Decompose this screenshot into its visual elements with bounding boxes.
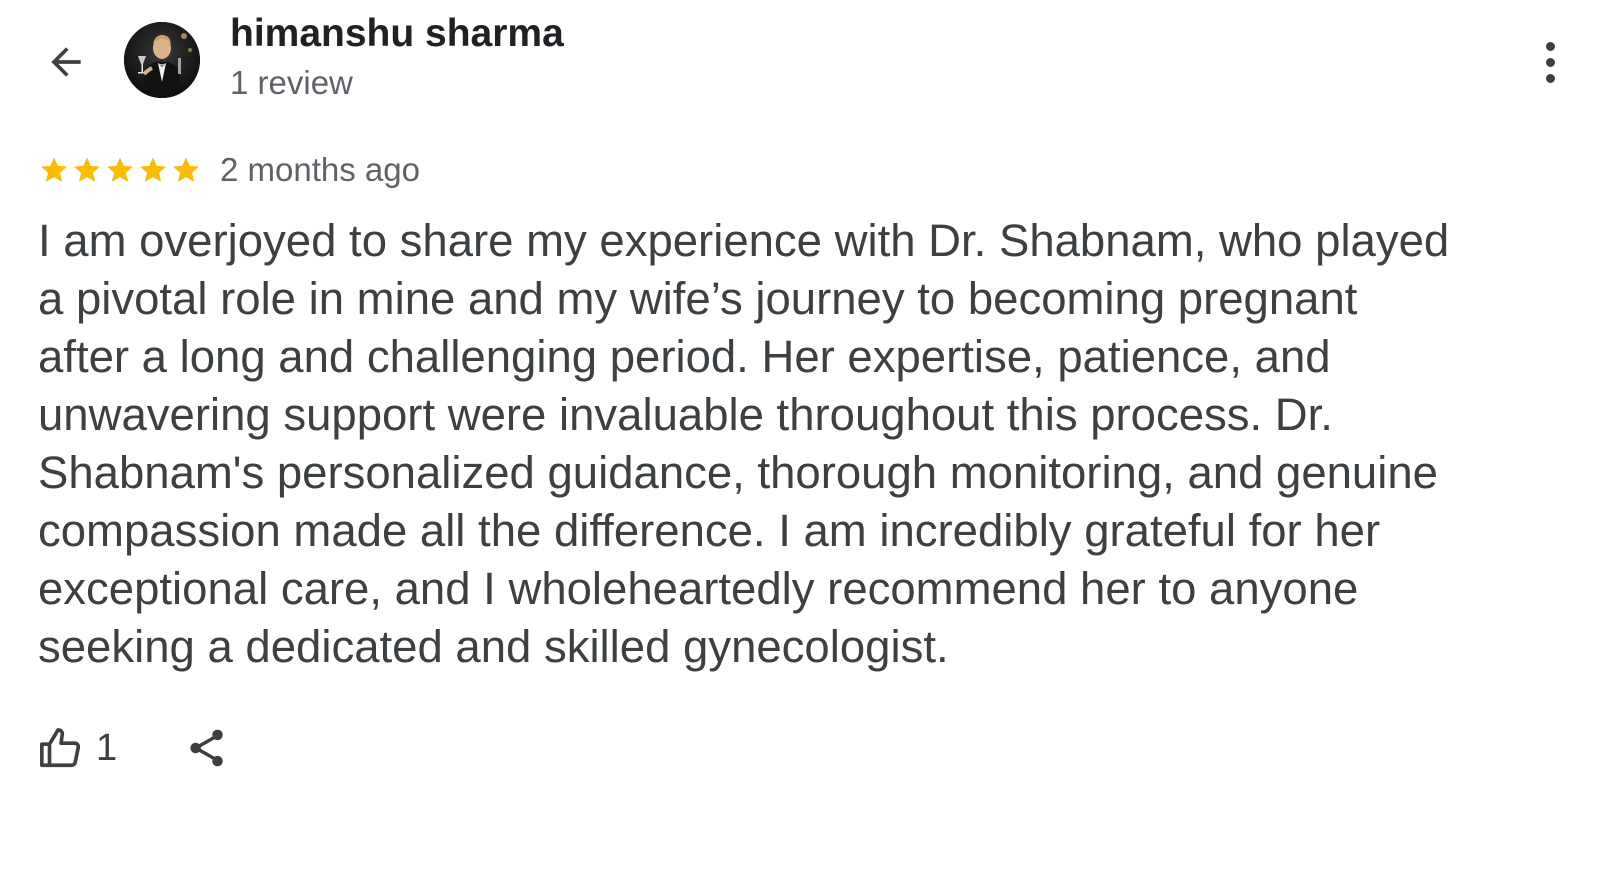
review-text: I am overjoyed to share my experience wi…: [38, 212, 1558, 676]
star-icon: [74, 157, 100, 182]
rating-row: 2 months ago: [38, 148, 420, 192]
reviewer-name[interactable]: himanshu sharma: [230, 12, 564, 56]
review-text-line: compassion made all the difference. I am…: [38, 505, 1381, 556]
review-header: himanshu sharma 1 review: [0, 0, 1600, 120]
more-vert-icon-dot: [1545, 73, 1555, 83]
more-options-button[interactable]: [1530, 36, 1570, 88]
star-icon: [41, 157, 67, 182]
star-icon: [173, 157, 199, 182]
review-text-line: a pivotal role in mine and my wife’s jou…: [38, 273, 1358, 324]
avatar[interactable]: [124, 22, 200, 98]
review-count: 1 review: [230, 64, 353, 101]
star-icon: [107, 157, 133, 182]
review-date: 2 months ago: [220, 151, 420, 188]
back-button[interactable]: [40, 36, 92, 88]
like-button[interactable]: 1: [38, 725, 117, 771]
star-rating: [38, 154, 202, 186]
review-text-line: I am overjoyed to share my experience wi…: [38, 215, 1450, 266]
like-count: 1: [96, 726, 118, 769]
review-actions: 1: [38, 722, 231, 774]
thumb-up-icon: [40, 727, 81, 768]
arrow-back-icon: [51, 47, 81, 77]
review-text-line: after a long and challenging period. Her…: [38, 331, 1331, 382]
share-button[interactable]: [183, 724, 231, 772]
share-icon: [190, 729, 223, 767]
profile-photo: [124, 22, 200, 98]
more-vert-icon: [1545, 41, 1555, 51]
star-icon: [140, 157, 166, 182]
more-vert-icon-dot: [1545, 57, 1555, 67]
review-text-line: Shabnam's personalized guidance, thoroug…: [38, 447, 1438, 498]
review-text-line: seeking a dedicated and skilled gynecolo…: [38, 621, 949, 672]
review-text-line: unwavering support were invaluable throu…: [38, 389, 1333, 440]
review-text-line: exceptional care, and I wholeheartedly r…: [38, 563, 1359, 614]
